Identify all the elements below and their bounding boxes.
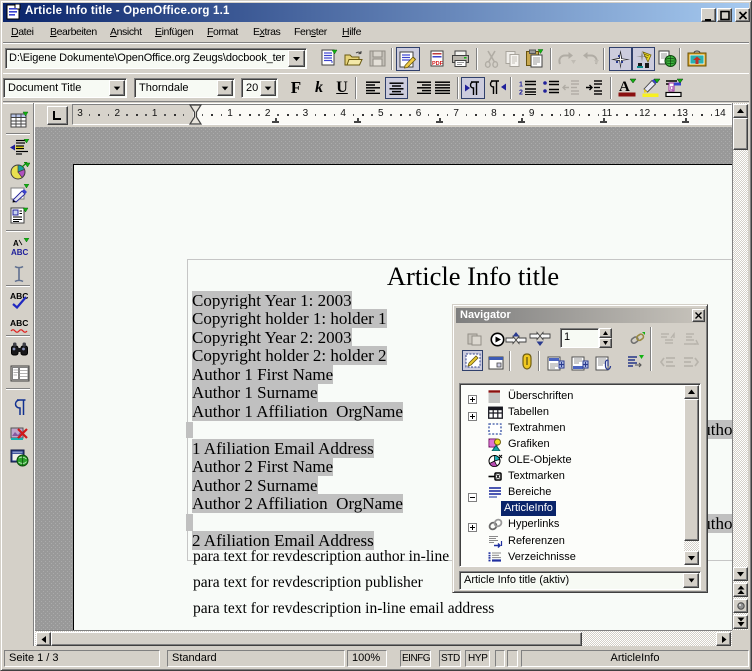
svg-text:ABC: ABC <box>10 318 28 328</box>
svg-text:g: g <box>670 85 674 92</box>
svg-text:2: 2 <box>519 90 523 96</box>
svg-text:1: 1 <box>519 82 523 89</box>
svg-text:PDF: PDF <box>432 61 444 67</box>
svg-text:A: A <box>13 239 19 248</box>
svg-text:ABC: ABC <box>11 248 29 257</box>
